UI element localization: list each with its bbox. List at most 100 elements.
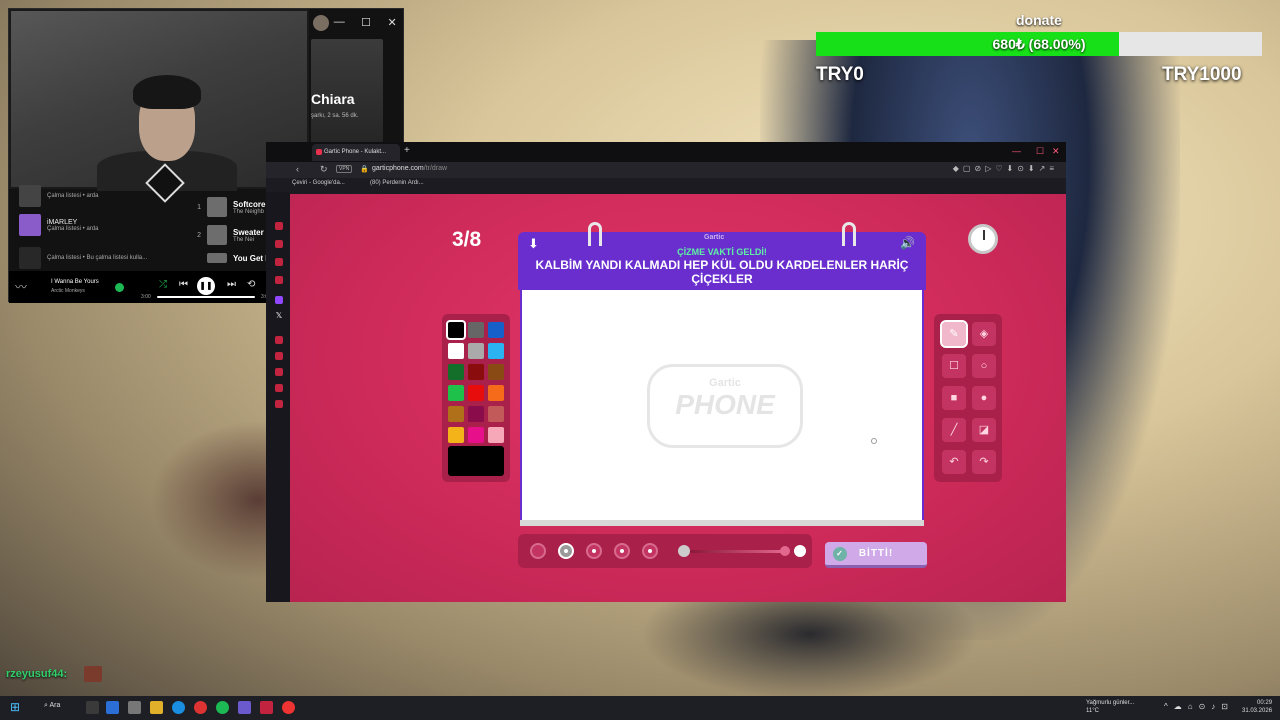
next-icon[interactable]: ⏭ [227, 279, 236, 290]
brush-size-4[interactable] [614, 543, 630, 559]
bookmark-translate[interactable]: Çeviri - Google'da... [292, 180, 345, 186]
tab-gartic[interactable]: Gartic Phone - Kulakt... [312, 144, 400, 161]
close-button[interactable]: ✕ [388, 16, 397, 29]
windows-start-icon[interactable]: ⊞ [10, 701, 22, 713]
vpn-badge[interactable]: VPN [336, 165, 353, 173]
file-explorer-icon[interactable] [150, 701, 163, 714]
task-view-icon[interactable] [86, 701, 99, 714]
address-bar[interactable]: garticphone.com/tr/draw [372, 165, 447, 172]
store-icon[interactable] [128, 701, 141, 714]
bookmark-youtube[interactable]: (80) Perdenin Ardı... [370, 180, 424, 186]
repeat-icon[interactable]: ⟲ [247, 279, 255, 290]
close-icon[interactable]: ✕ [1052, 146, 1060, 157]
sidebar-icon[interactable] [275, 222, 283, 230]
spotify-icon[interactable] [216, 701, 229, 714]
sidebar-icon[interactable] [275, 400, 283, 408]
sound-icon[interactable]: 🔊 [900, 236, 915, 250]
sidebar-icon[interactable] [275, 240, 283, 248]
line-icon[interactable]: ╱ [942, 418, 966, 442]
now-playing-title[interactable]: I Wanna Be Yours [51, 279, 99, 285]
color-swatch[interactable] [468, 427, 484, 443]
clock[interactable]: 00:29 31.03.2026 [1242, 699, 1272, 715]
previous-icon[interactable]: ⏮ [179, 279, 188, 290]
edge-icon[interactable] [172, 701, 185, 714]
chrome-icon[interactable] [194, 701, 207, 714]
maximize-icon[interactable]: ☐ [1036, 146, 1044, 157]
undo-icon[interactable]: ↶ [942, 450, 966, 474]
now-playing-artist[interactable]: Arctic Monkeys [51, 288, 85, 294]
library-item[interactable]: Çalma listesi • arda [19, 185, 98, 207]
pause-button[interactable]: ❚❚ [197, 277, 215, 295]
extension-icons[interactable]: ◆▢⊘▷♡⬇⊙⬇↗≡ [953, 164, 1058, 173]
brush-size-1[interactable] [530, 543, 546, 559]
sidebar-icon[interactable] [275, 368, 283, 376]
opera-gx-icon[interactable] [260, 701, 273, 714]
color-swatch[interactable] [468, 322, 484, 338]
track-row[interactable]: You Get M [191, 253, 272, 263]
sidebar-icon[interactable] [275, 258, 283, 266]
brush-size-2[interactable] [558, 543, 574, 559]
color-swatch[interactable] [448, 427, 464, 443]
shuffle-icon[interactable]: ⤮ [159, 279, 167, 290]
square-filled-icon[interactable]: ■ [942, 386, 966, 410]
color-swatch[interactable] [448, 364, 464, 380]
widgets-icon[interactable] [106, 701, 119, 714]
sidebar-icon[interactable] [275, 352, 283, 360]
color-swatch[interactable] [468, 343, 484, 359]
minimize-button[interactable]: — [334, 16, 345, 28]
color-swatch[interactable] [488, 364, 504, 380]
new-tab-button[interactable]: + [404, 145, 410, 156]
saved-check-icon[interactable] [115, 283, 124, 292]
lock-icon[interactable]: 🔒 [360, 165, 369, 173]
library-item[interactable]: Çalma listesi • Bu çalma listesi kulla..… [19, 247, 147, 269]
color-swatch[interactable] [448, 343, 464, 359]
x-icon[interactable]: 𝕏 [275, 312, 283, 320]
pencil-icon[interactable]: ✎ [940, 320, 968, 348]
brush-size-5[interactable] [642, 543, 658, 559]
weather-widget[interactable]: Yağmurlu günler... 11°C [1086, 699, 1134, 715]
track-row[interactable]: 1 Softcore The Neighb [191, 197, 265, 217]
circle-filled-icon[interactable]: ● [972, 386, 996, 410]
color-swatch[interactable] [468, 385, 484, 401]
color-swatch[interactable] [448, 385, 464, 401]
color-swatch[interactable] [488, 385, 504, 401]
color-swatch[interactable] [446, 320, 466, 340]
circle-outline-icon[interactable]: ○ [972, 354, 996, 378]
track-row[interactable]: 2 Sweater W The Nei [191, 225, 273, 245]
fill-bucket-icon[interactable]: ◪ [972, 418, 996, 442]
track-thumb [207, 253, 227, 263]
track-thumb [207, 197, 227, 217]
app-icon[interactable] [282, 701, 295, 714]
track-artist: The Neighb [233, 208, 265, 215]
maximize-button[interactable]: ☐ [361, 16, 371, 29]
color-swatch[interactable] [488, 427, 504, 443]
back-icon[interactable]: ‹ [296, 164, 299, 174]
taskbar-search[interactable]: ⌕ Ara [44, 702, 60, 710]
library-item[interactable]: iMARLEY Çalma listesi • arda [19, 214, 98, 236]
sidebar-icon[interactable] [275, 276, 283, 284]
brush-size-3[interactable] [586, 543, 602, 559]
minimize-icon[interactable]: — [1012, 146, 1021, 156]
system-tray-icons[interactable]: ^☁⌂⊙♪⊡ [1164, 702, 1234, 711]
opacity-slider-handle[interactable] [780, 546, 790, 556]
color-swatch[interactable] [488, 343, 504, 359]
sidebar-icon[interactable] [275, 336, 283, 344]
sidebar-icon[interactable] [275, 384, 283, 392]
reload-icon[interactable]: ↻ [320, 164, 328, 175]
color-swatch[interactable] [488, 322, 504, 338]
twitch-icon[interactable] [275, 296, 283, 304]
cursor-crosshair-icon [871, 438, 877, 444]
drawing-canvas[interactable]: Gartic PHONE [520, 290, 924, 522]
opacity-slider[interactable] [690, 550, 786, 553]
opacity-min-icon [678, 545, 690, 557]
square-outline-icon[interactable]: ☐ [942, 354, 966, 378]
seek-bar[interactable] [157, 296, 255, 298]
redo-icon[interactable]: ↷ [972, 450, 996, 474]
done-button[interactable]: ✓ BİTTİ! [825, 542, 927, 568]
color-swatch[interactable] [488, 406, 504, 422]
teams-icon[interactable] [238, 701, 251, 714]
color-swatch[interactable] [468, 406, 484, 422]
color-swatch[interactable] [468, 364, 484, 380]
color-swatch[interactable] [448, 406, 464, 422]
eraser-icon[interactable]: ◈ [972, 322, 996, 346]
